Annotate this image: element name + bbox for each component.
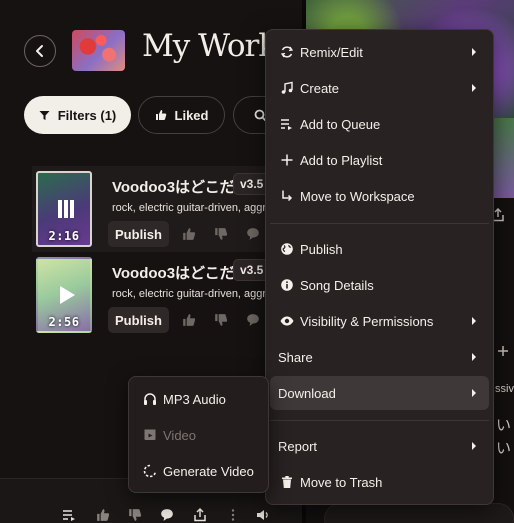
menu-item-label: Move to Workspace: [300, 188, 415, 204]
chevron-right-icon: [472, 442, 476, 450]
workspace-cover-art: [72, 30, 125, 71]
menu-item-label: Visibility & Permissions: [300, 313, 434, 329]
chevron-right-icon: [472, 389, 476, 397]
menu-item-song-details[interactable]: Song Details: [270, 268, 489, 302]
filters-label: Filters (1): [57, 107, 117, 123]
chevron-left-icon: [36, 45, 43, 57]
partial-text: い: [496, 440, 512, 457]
menu-item-share[interactable]: Share: [270, 340, 489, 374]
move-arrow-icon: [282, 190, 293, 202]
comment-icon[interactable]: [160, 508, 174, 522]
chevron-right-icon: [472, 353, 476, 361]
chevron-right-icon: [472, 48, 476, 56]
plus-icon: [281, 154, 293, 166]
menu-item-label: Remix/Edit: [300, 44, 363, 60]
partial-text: ssive: [495, 383, 514, 395]
info-icon: [281, 279, 293, 291]
add-to-queue-icon: [281, 119, 292, 130]
video-icon: [144, 429, 156, 440]
song-row[interactable]: 2:56 Voodoo3はどこだ v3.5 rock, electric gui…: [32, 252, 302, 338]
chevron-right-icon: [472, 317, 476, 325]
chevron-right-icon: [472, 84, 476, 92]
volume-icon[interactable]: [256, 508, 270, 522]
menu-item-label: Create: [300, 80, 340, 96]
music-note-icon: [281, 81, 293, 94]
song-duration: 2:16: [48, 229, 80, 243]
play-icon: [60, 286, 75, 304]
menu-item-remix-edit[interactable]: Remix/Edit: [270, 35, 489, 69]
thumbs-up-icon[interactable]: [182, 313, 196, 327]
download-video: Video: [129, 417, 270, 453]
menu-item-report[interactable]: Report: [270, 429, 489, 463]
pause-icon: [58, 200, 74, 218]
download-generate-video[interactable]: Generate Video: [129, 453, 270, 489]
eye-icon: [280, 316, 294, 326]
globe-icon: [281, 243, 293, 255]
menu-item-label: Download: [278, 385, 336, 401]
submenu-item-label: Video: [163, 427, 197, 443]
menu-divider: [270, 420, 489, 421]
menu-item-label: Song Details: [300, 277, 374, 293]
liked-label: Liked: [174, 107, 209, 123]
queue-icon[interactable]: [62, 508, 76, 522]
menu-item-visibility-permissions[interactable]: Visibility & Permissions: [270, 304, 489, 338]
liked-button[interactable]: Liked: [138, 96, 225, 134]
trash-icon: [282, 476, 292, 488]
menu-item-label: Add to Queue: [300, 116, 381, 132]
menu-item-create[interactable]: Create: [270, 71, 489, 105]
menu-item-download[interactable]: Download: [270, 376, 489, 410]
share-icon[interactable]: [193, 508, 207, 522]
filter-icon: [39, 110, 50, 120]
menu-item-label: Report: [278, 438, 318, 454]
song-title[interactable]: Voodoo3はどこだ: [112, 262, 235, 283]
comment-icon[interactable]: [246, 227, 260, 241]
menu-item-move-to-workspace[interactable]: Move to Workspace: [270, 179, 489, 213]
thumbs-up-icon[interactable]: [96, 508, 110, 522]
menu-item-add-to-queue[interactable]: Add to Queue: [270, 107, 489, 141]
spinner-icon: [143, 464, 157, 478]
thumbs-down-icon[interactable]: [128, 508, 142, 522]
submenu-item-label: MP3 Audio: [163, 391, 226, 407]
song-thumbnail[interactable]: 2:16: [36, 171, 92, 247]
publish-button[interactable]: Publish: [108, 307, 169, 333]
menu-divider: [270, 223, 489, 224]
song-title[interactable]: Voodoo3はどこだ: [112, 176, 235, 197]
menu-item-label: Share: [278, 349, 313, 365]
action-pill[interactable]: [324, 503, 514, 523]
menu-item-add-to-playlist[interactable]: Add to Playlist: [270, 143, 489, 177]
menu-item-label: Publish: [300, 241, 343, 257]
song-thumbnail[interactable]: 2:56: [36, 257, 92, 333]
comment-icon[interactable]: [246, 313, 260, 327]
menu-item-label: Move to Trash: [300, 474, 383, 490]
menu-item-publish[interactable]: Publish: [270, 232, 489, 266]
thumbs-up-icon[interactable]: [182, 227, 196, 241]
plus-icon[interactable]: [497, 345, 509, 357]
song-cover-art-edge: [491, 118, 514, 198]
song-context-menu: Remix/Edit Create Add to Queue Add to Pl…: [265, 29, 494, 505]
partial-text: い: [496, 417, 512, 434]
submenu-item-label: Generate Video: [163, 463, 254, 479]
menu-item-label: Add to Playlist: [300, 152, 383, 168]
song-row[interactable]: 2:16 Voodoo3はどこだ v3.5 rock, electric gui…: [32, 166, 302, 252]
back-button[interactable]: [24, 35, 56, 67]
thumbs-down-icon[interactable]: [214, 313, 228, 327]
download-submenu: MP3 Audio Video Generate Video: [128, 376, 269, 493]
download-mp3-audio[interactable]: MP3 Audio: [129, 381, 270, 417]
song-duration: 2:56: [48, 315, 80, 329]
thumbs-up-icon: [155, 110, 166, 120]
menu-item-move-to-trash[interactable]: Move to Trash: [270, 465, 489, 499]
publish-button[interactable]: Publish: [108, 221, 169, 247]
thumbs-down-icon[interactable]: [214, 227, 228, 241]
filters-button[interactable]: Filters (1): [24, 96, 131, 134]
headphones-icon: [144, 393, 156, 405]
more-options-icon[interactable]: [226, 508, 240, 522]
remix-icon: [280, 46, 294, 58]
